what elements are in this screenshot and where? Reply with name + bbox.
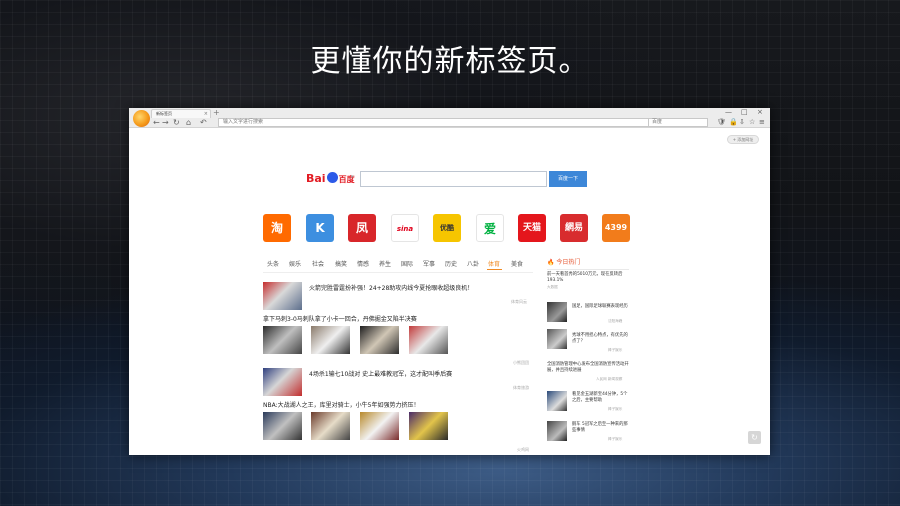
news-thumbnail[interactable] — [263, 368, 302, 396]
baidu-logo: Bai 百度 — [306, 172, 355, 185]
hot-item-meta: 沈阳海峰 — [608, 319, 623, 323]
news-image[interactable] — [311, 412, 350, 440]
undo-close-icon[interactable]: ↶ — [200, 118, 207, 127]
hot-item-text[interactable]: 看见金五湖新宝44分钟，5个之后，主要帮助 — [572, 392, 629, 404]
active-tab-indicator — [487, 269, 502, 270]
minimize-button[interactable]: — — [725, 108, 732, 117]
tab-international[interactable]: 国际 — [401, 261, 413, 269]
news-image[interactable] — [409, 326, 448, 354]
hot-news-title: 🔥 今日热门 — [547, 259, 581, 266]
home-icon[interactable]: ⌂ — [186, 118, 191, 127]
refresh-icon[interactable]: ↻ — [173, 118, 180, 127]
lock-icon[interactable]: 🔒 — [729, 118, 738, 127]
hot-item-text[interactable]: 国足，国际足球联赛表现经历 — [572, 304, 629, 310]
news-source: 体育旅游 — [513, 385, 529, 390]
category-divider — [263, 272, 533, 273]
news-source: 体育风云 — [511, 299, 527, 304]
hot-divider — [547, 269, 629, 270]
title-bar: 新标签页 × + — □ × ← → ↻ ⌂ ↶ 输入文字进行搜索 百度 🛡 🔒… — [129, 108, 770, 128]
search-button[interactable]: 百度一下 — [549, 171, 587, 187]
tab-gossip[interactable]: 八卦 — [467, 261, 479, 269]
headline: 更懂你的新标签页。 — [310, 44, 590, 79]
browser-logo-icon[interactable] — [133, 110, 150, 127]
hot-item-meta: 棒子娱乐 — [608, 407, 623, 411]
menu-icon[interactable]: ≡ — [759, 118, 765, 127]
forward-icon[interactable]: → — [162, 118, 169, 127]
news-source: 火鸡网 — [517, 447, 529, 452]
site-tile-iqiyi[interactable]: 爱 — [476, 214, 504, 242]
hot-item-text[interactable]: 前一天看首秀的5010万元，现在反转后193.1% — [547, 272, 629, 284]
hot-item-meta: 大数据 — [547, 285, 558, 289]
paw-icon — [326, 172, 338, 183]
site-tile-youku[interactable]: 优酷 — [433, 214, 461, 242]
hot-item-text[interactable]: 秀球不用担心特点，有优先的点了？ — [572, 333, 629, 345]
hot-item-image[interactable] — [547, 391, 567, 411]
search-engine-label: 百度 — [652, 119, 663, 125]
address-placeholder: 输入文字进行搜索 — [223, 119, 264, 125]
news-image[interactable] — [263, 326, 302, 354]
hot-item-image[interactable] — [547, 421, 567, 441]
site-tile-163[interactable]: 網易 — [560, 214, 588, 242]
refresh-feed-button[interactable]: ↻ — [748, 431, 761, 444]
star-icon[interactable]: ☆ — [749, 118, 755, 127]
add-site-button[interactable]: + 添加网址 — [727, 135, 759, 144]
browser-window: 新标签页 × + — □ × ← → ↻ ⌂ ↶ 输入文字进行搜索 百度 🛡 🔒… — [129, 108, 770, 455]
news-image[interactable] — [360, 326, 399, 354]
site-tile-sina[interactable]: sina — [391, 214, 419, 242]
news-title[interactable]: NBA:大战湖人之王，库里对骑士，小牛5年如强势力挤压！ — [263, 402, 419, 410]
tab-close-icon[interactable]: × — [204, 110, 208, 118]
close-window-button[interactable]: × — [757, 108, 763, 117]
hot-item-image[interactable] — [547, 302, 567, 322]
back-icon[interactable]: ← — [153, 118, 160, 127]
search-input[interactable] — [360, 171, 547, 187]
new-tab-button[interactable]: + — [213, 108, 220, 117]
news-image[interactable] — [360, 412, 399, 440]
tab-food[interactable]: 美食 — [511, 261, 523, 269]
tab-military[interactable]: 军事 — [423, 261, 435, 269]
news-image[interactable] — [311, 326, 350, 354]
site-tile-tmall[interactable]: 天猫 — [518, 214, 546, 242]
tab-entertainment[interactable]: 娱乐 — [289, 261, 301, 269]
tab-society[interactable]: 社会 — [312, 261, 324, 269]
site-tile-4399[interactable]: 4399 — [602, 214, 630, 242]
tab-title: 新标签页 — [156, 111, 172, 116]
new-tab-page: + 添加网址 Bai 百度 ▾ 百度一下 淘 K 凤 sina 优酷 爱 天猫 網… — [129, 129, 770, 455]
shield-icon[interactable]: 🛡 — [717, 118, 726, 127]
tab-funny[interactable]: 搞笑 — [335, 261, 347, 269]
search-engine-box[interactable]: 百度 — [648, 118, 708, 127]
news-title[interactable]: 拿下马刺3-0马刺队拿了小卡一回合，丹佛掘金又陷半决赛 — [263, 316, 417, 324]
hot-item-text[interactable]: 全国消防管理中心发布全国消防宣传活动开展，并且持续进展 — [547, 362, 629, 374]
hot-item-meta: 人民网 新闻观察 — [596, 377, 623, 381]
tab-health[interactable]: 养生 — [379, 261, 391, 269]
tab-sports[interactable]: 体育 — [488, 261, 500, 269]
site-tile-ifeng[interactable]: 凤 — [348, 214, 376, 242]
hot-item-text[interactable]: 鹅车 5冠军之后至一种来的那些事情 — [572, 422, 629, 434]
tab-headline[interactable]: 头条 — [267, 261, 279, 269]
news-title[interactable]: 4场杀1输七10战对 史上最难教冠军，这才配叫季后赛 — [309, 371, 452, 379]
chevron-down-icon[interactable]: ▾ — [351, 174, 354, 180]
news-image[interactable] — [409, 412, 448, 440]
tab-new-tab[interactable]: 新标签页 × — [151, 109, 211, 118]
news-title[interactable]: 火箭完胜雷霆扮补强！24+28助攻内线今夏抢眼收超级良机！ — [309, 285, 473, 293]
hot-item-meta: 棒子娱乐 — [608, 437, 623, 441]
download-icon[interactable]: ⇩ — [739, 118, 745, 127]
hot-item-image[interactable] — [547, 329, 567, 349]
tab-history[interactable]: 历史 — [445, 261, 457, 269]
hot-item-meta: 棒子娱乐 — [608, 348, 623, 352]
tab-emotion[interactable]: 情感 — [357, 261, 369, 269]
site-tile-kuaikan[interactable]: K — [306, 214, 334, 242]
maximize-button[interactable]: □ — [741, 108, 748, 117]
news-image[interactable] — [263, 412, 302, 440]
news-source: 小熊团团 — [513, 360, 529, 365]
address-bar[interactable]: 输入文字进行搜索 — [218, 118, 708, 127]
news-thumbnail[interactable] — [263, 282, 302, 310]
site-tile-taobao[interactable]: 淘 — [263, 214, 291, 242]
